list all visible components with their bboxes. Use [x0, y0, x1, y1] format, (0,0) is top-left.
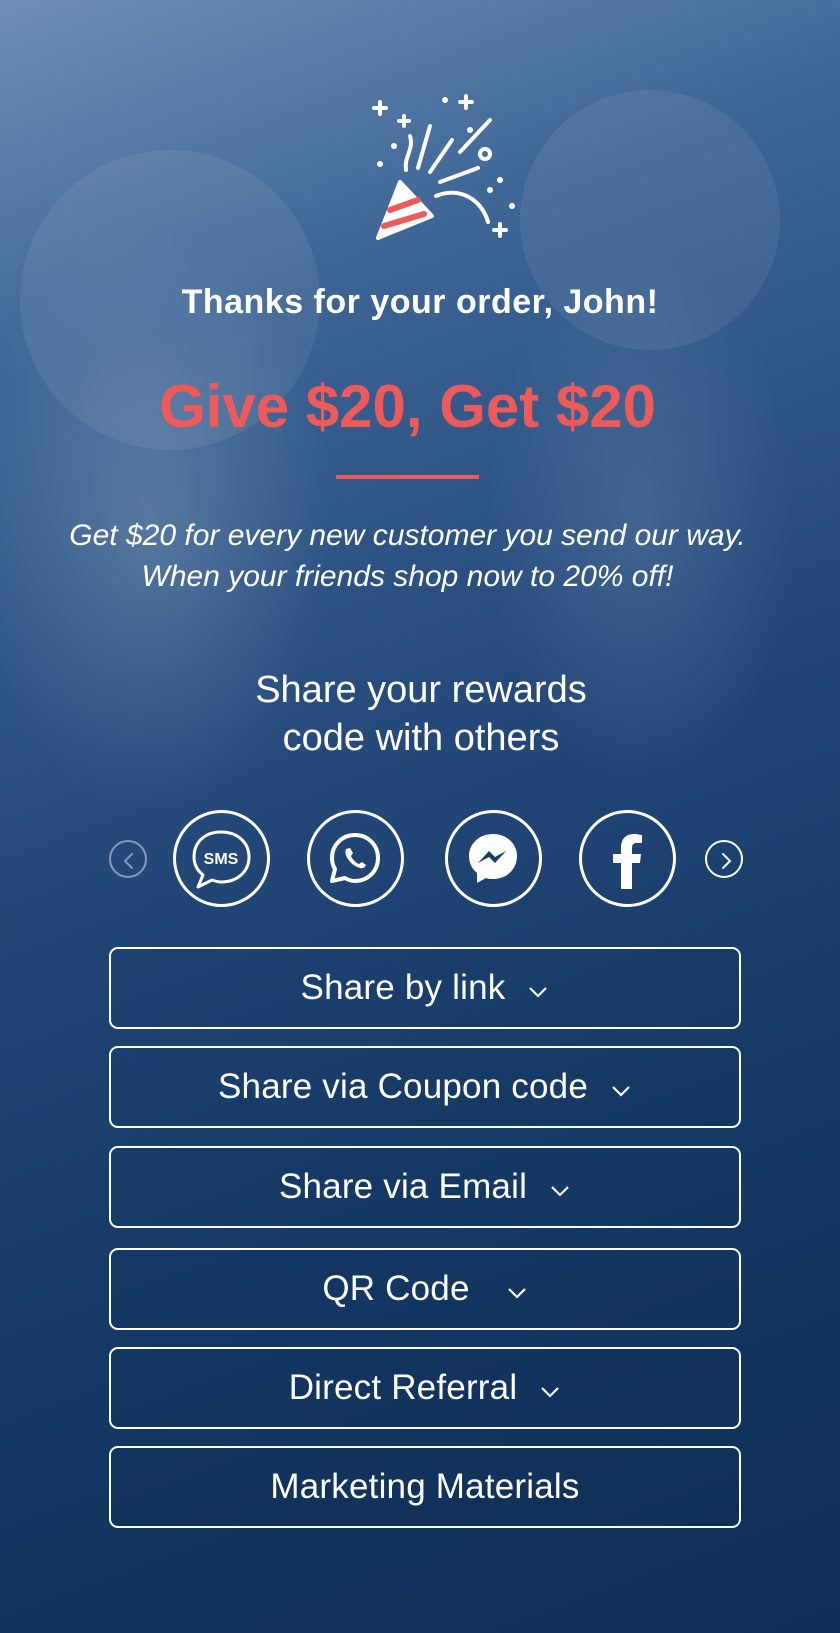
share-sms-button[interactable]: SMS	[173, 810, 270, 907]
offer-description-line-1: Get $20 for every new customer you send …	[69, 519, 746, 552]
thank-you-message: Thanks for your order, John!	[181, 283, 659, 321]
offer-headline: Give $20, Get $20	[159, 373, 656, 440]
marketing-materials-label: Marketing Materials	[270, 1467, 580, 1506]
marketing-materials-button[interactable]: Marketing Materials	[109, 1446, 741, 1528]
direct-referral-label: Direct Referral	[288, 1368, 518, 1407]
whatsapp-icon	[330, 833, 380, 883]
qr-code-label: QR Code	[322, 1269, 470, 1308]
chevron-right-icon	[722, 853, 732, 869]
share-messenger-button[interactable]	[445, 810, 542, 907]
share-heading: Share your rewards code with others	[0, 666, 840, 762]
qr-code-button[interactable]: QR Code	[109, 1248, 741, 1330]
chevron-down-icon	[541, 1387, 560, 1398]
share-via-email-button[interactable]: Share via Email	[109, 1146, 741, 1228]
share-via-coupon-label: Share via Coupon code	[217, 1067, 588, 1106]
share-by-link-label: Share by link	[300, 968, 506, 1007]
social-share-carousel: SMS	[0, 810, 840, 908]
offer-description: Get $20 for every new customer you send …	[0, 515, 815, 597]
share-heading-line-1: Share your rewards	[255, 669, 587, 711]
chevron-left-icon	[123, 853, 133, 869]
direct-referral-button[interactable]: Direct Referral	[109, 1347, 741, 1429]
chevron-down-icon	[551, 1186, 569, 1197]
chevron-down-icon	[612, 1086, 630, 1097]
share-by-link-button[interactable]: Share by link	[109, 947, 741, 1029]
referral-page: Thanks for your order, John! Give $20, G…	[0, 0, 840, 1633]
facebook-icon	[613, 834, 642, 889]
carousel-prev-button[interactable]	[109, 840, 147, 878]
chevron-down-icon	[507, 1288, 526, 1299]
offer-description-line-2: When your friends shop now to 20% off!	[141, 560, 674, 593]
share-via-coupon-button[interactable]: Share via Coupon code	[109, 1046, 741, 1128]
chevron-down-icon	[529, 987, 548, 998]
sms-icon-text: SMS	[204, 851, 239, 868]
carousel-next-button[interactable]	[705, 840, 743, 878]
messenger-icon	[469, 834, 517, 883]
party-popper-icon	[372, 94, 515, 240]
share-via-email-label: Share via Email	[278, 1167, 528, 1206]
sms-icon: SMS	[192, 830, 251, 889]
share-heading-line-2: code with others	[282, 717, 560, 759]
headline-divider	[336, 475, 479, 479]
share-facebook-button[interactable]	[579, 810, 676, 907]
share-whatsapp-button[interactable]	[307, 810, 404, 907]
